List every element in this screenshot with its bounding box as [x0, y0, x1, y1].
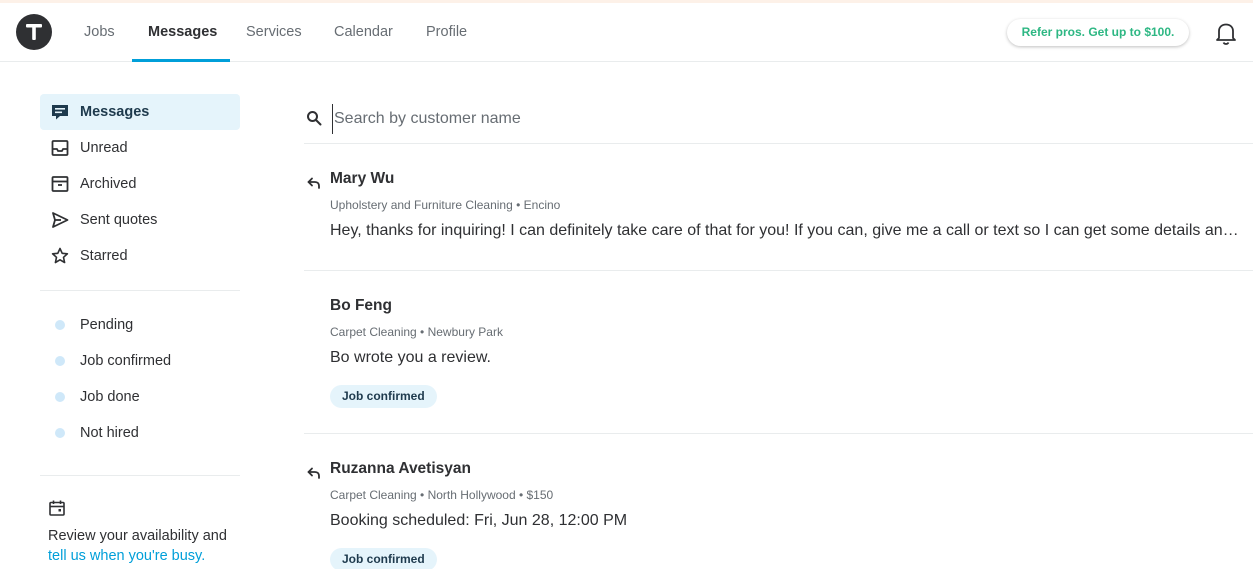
sidebar-item-label: Job confirmed	[80, 353, 172, 369]
search-icon	[306, 110, 322, 126]
sidebar-divider	[40, 290, 240, 291]
sidebar-status-pending[interactable]: Pending	[40, 307, 240, 343]
send-icon	[51, 211, 69, 229]
conversation-item[interactable]: Mary Wu Upholstery and Furniture Cleanin…	[304, 160, 1253, 271]
sidebar-status-not-hired[interactable]: Not hired	[40, 415, 240, 451]
nav-calendar[interactable]: Calendar	[334, 3, 393, 62]
status-badge: Job confirmed	[330, 548, 437, 569]
top-header: Jobs Messages Services Calendar Profile …	[0, 3, 1253, 62]
reply-arrow-icon	[307, 466, 321, 480]
sidebar-item-sent-quotes[interactable]: Sent quotes	[40, 202, 240, 238]
sidebar: Messages Unread Archived Sent quotes Sta…	[0, 62, 260, 569]
star-icon	[51, 247, 69, 265]
archive-icon	[51, 175, 69, 193]
reply-arrow-icon	[307, 176, 321, 190]
job-meta: Upholstery and Furniture Cleaning • Enci…	[330, 198, 561, 212]
status-dot	[55, 356, 65, 366]
sidebar-item-unread[interactable]: Unread	[40, 130, 240, 166]
status-dot	[55, 428, 65, 438]
sidebar-status-job-confirmed[interactable]: Job confirmed	[40, 343, 240, 379]
customer-name: Ruzanna Avetisyan	[330, 460, 471, 477]
customer-name: Mary Wu	[330, 170, 395, 187]
nav-messages[interactable]: Messages	[148, 3, 217, 62]
calendar-icon	[48, 499, 66, 517]
sidebar-status-job-done[interactable]: Job done	[40, 379, 240, 415]
status-dot	[55, 320, 65, 330]
status-badge: Job confirmed	[330, 385, 437, 408]
nav-profile[interactable]: Profile	[426, 3, 467, 62]
job-meta: Carpet Cleaning • North Hollywood • $150	[330, 488, 554, 502]
sidebar-item-label: Sent quotes	[80, 212, 158, 228]
nav-services[interactable]: Services	[246, 3, 302, 62]
search-input[interactable]	[332, 104, 1212, 134]
message-preview: Booking scheduled: Fri, Jun 28, 12:00 PM	[330, 512, 628, 529]
sidebar-item-archived[interactable]: Archived	[40, 166, 240, 202]
thumbtack-logo[interactable]	[16, 14, 52, 50]
conversation-item[interactable]: Ruzanna Avetisyan Carpet Cleaning • Nort…	[304, 450, 1253, 569]
sidebar-item-messages[interactable]: Messages	[40, 94, 240, 130]
status-dot	[55, 392, 65, 402]
refer-pros-button[interactable]: Refer pros. Get up to $100.	[1007, 19, 1189, 46]
sidebar-item-label: Messages	[80, 104, 150, 120]
search-bar	[304, 98, 1253, 144]
sidebar-divider	[40, 475, 240, 476]
availability-text: Review your availability and	[48, 528, 227, 544]
sidebar-item-label: Unread	[80, 140, 128, 156]
bell-icon[interactable]	[1213, 20, 1239, 46]
inbox-icon	[51, 139, 69, 157]
sidebar-item-label: Pending	[80, 317, 134, 333]
sidebar-item-label: Archived	[80, 176, 137, 192]
conversation-item[interactable]: Bo Feng Carpet Cleaning • Newbury Park B…	[304, 287, 1253, 434]
availability-link[interactable]: tell us when you're busy.	[48, 546, 205, 566]
message-preview: Bo wrote you a review.	[330, 349, 491, 366]
sidebar-item-label: Starred	[80, 248, 128, 264]
sidebar-item-starred[interactable]: Starred	[40, 238, 240, 274]
sidebar-item-label: Not hired	[80, 425, 139, 441]
sidebar-item-label: Job done	[80, 389, 140, 405]
job-meta: Carpet Cleaning • Newbury Park	[330, 325, 503, 339]
message-icon	[51, 103, 69, 121]
customer-name: Bo Feng	[330, 297, 392, 314]
nav-jobs[interactable]: Jobs	[84, 3, 115, 62]
message-preview: Hey, thanks for inquiring! I can definit…	[330, 222, 1246, 239]
